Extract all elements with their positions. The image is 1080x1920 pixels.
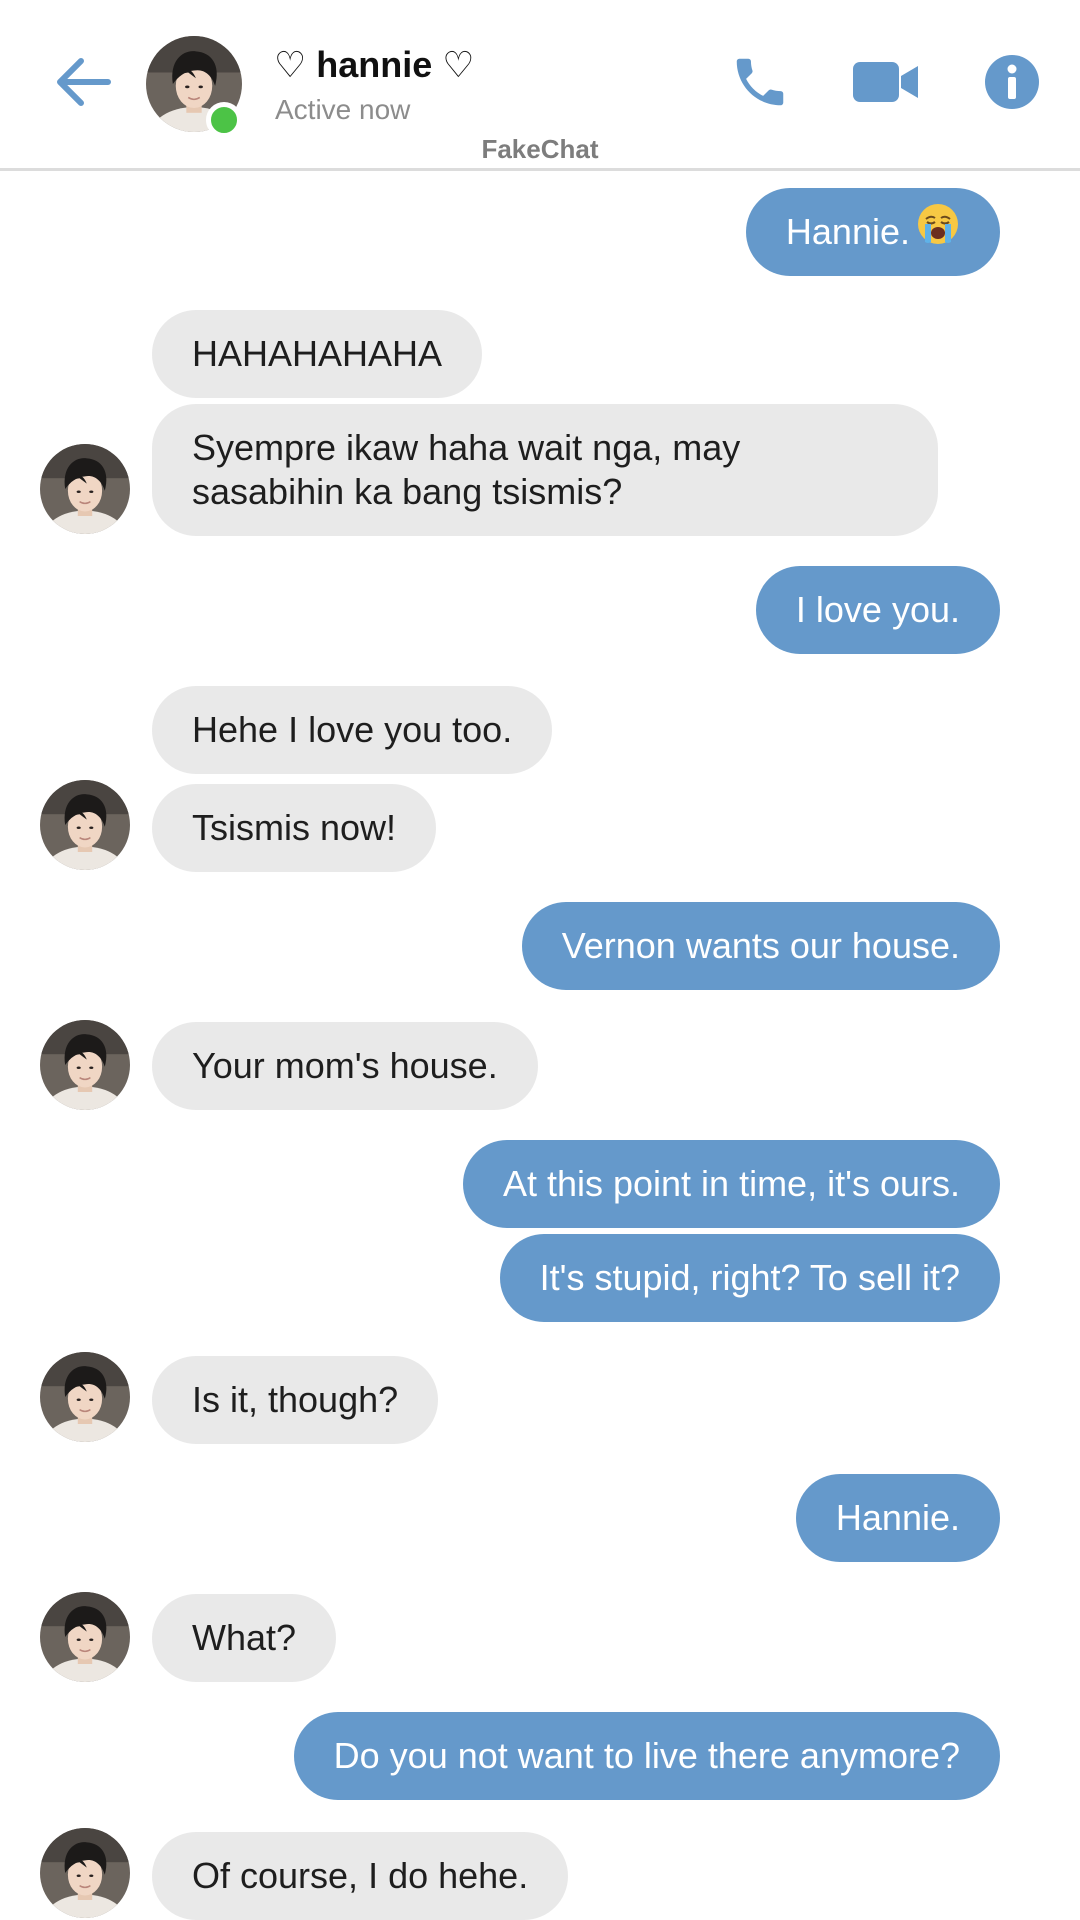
online-status-indicator <box>206 102 242 138</box>
crying-face-emoji-icon <box>916 202 960 256</box>
voice-call-button[interactable] <box>722 48 798 120</box>
sent-message[interactable]: At this point in time, it's ours. <box>462 1140 1000 1228</box>
sent-message[interactable]: Hannie. <box>745 188 1000 276</box>
contact-avatar[interactable] <box>40 1828 130 1918</box>
message-text: Hannie. <box>835 1497 960 1538</box>
back-arrow-icon <box>54 57 112 112</box>
back-button[interactable] <box>48 52 118 116</box>
message-text: Vernon wants our house. <box>561 925 960 966</box>
message-text: Is it, though? <box>192 1379 399 1420</box>
received-message[interactable]: Hehe I love you too. <box>152 686 553 774</box>
received-message[interactable]: Of course, I do hehe. <box>152 1832 569 1920</box>
message-text: Of course, I do hehe. <box>192 1855 529 1896</box>
video-call-button[interactable] <box>844 48 928 120</box>
active-status: Active now <box>275 94 411 125</box>
contact-avatar[interactable] <box>40 1352 130 1442</box>
info-button[interactable] <box>976 48 1048 120</box>
sent-message[interactable]: Vernon wants our house. <box>521 902 1000 990</box>
sent-message[interactable]: I love you. <box>755 566 1000 654</box>
contact-name[interactable]: ♡ hannie ♡ <box>274 44 475 86</box>
message-text: Tsismis now! <box>192 807 397 848</box>
message-text: HAHAHAHAHA <box>192 333 443 374</box>
sent-message[interactable]: Hannie. <box>795 1474 1000 1562</box>
received-message[interactable]: Is it, though? <box>152 1356 439 1444</box>
message-text: At this point in time, it's ours. <box>502 1163 960 1204</box>
message-text: Syempre ikaw haha wait nga, may sasabihi… <box>192 427 741 512</box>
contact-avatar[interactable] <box>40 780 130 870</box>
message-text: It's stupid, right? To sell it? <box>539 1257 960 1298</box>
received-message[interactable]: Syempre ikaw haha wait nga, may sasabihi… <box>152 404 938 536</box>
message-text: What? <box>192 1617 297 1658</box>
message-text: Do you not want to live there anymore? <box>333 1735 960 1776</box>
message-text: I love you. <box>795 589 960 630</box>
phone-icon <box>729 51 791 118</box>
message-text: Hannie. <box>785 211 910 252</box>
contact-avatar[interactable] <box>40 1592 130 1682</box>
chat-header: ♡ hannie ♡ Active now FakeChat <box>0 0 1080 171</box>
video-camera-icon <box>851 58 921 111</box>
received-message[interactable]: What? <box>152 1594 337 1682</box>
sent-message[interactable]: Do you not want to live there anymore? <box>293 1712 1000 1800</box>
received-message[interactable]: Tsismis now! <box>152 784 437 872</box>
contact-avatar[interactable] <box>40 1020 130 1110</box>
sent-message[interactable]: It's stupid, right? To sell it? <box>499 1234 1000 1322</box>
contact-avatar[interactable] <box>40 444 130 534</box>
info-icon <box>983 53 1041 116</box>
app-watermark: FakeChat <box>481 134 599 164</box>
message-text: Your mom's house. <box>192 1045 498 1086</box>
received-message[interactable]: Your mom's house. <box>152 1022 538 1110</box>
message-text: Hehe I love you too. <box>192 709 513 750</box>
received-message[interactable]: HAHAHAHAHA <box>152 310 483 398</box>
